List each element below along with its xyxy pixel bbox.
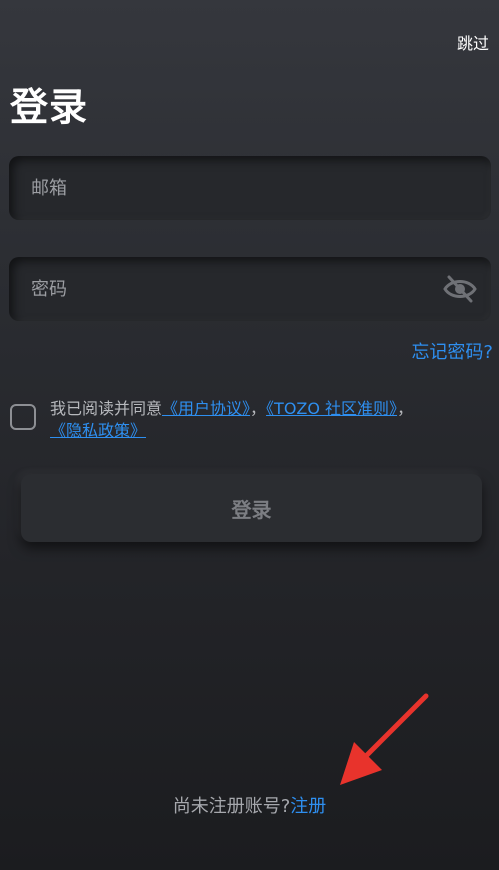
skip-button[interactable]: 跳过 [457, 30, 489, 54]
password-input[interactable] [31, 257, 431, 321]
user-agreement-link[interactable]: 《用户协议》 [162, 399, 250, 418]
agreement-text: 我已阅读并同意《用户协议》，《TOZO 社区准则》，《隐私政策》 [50, 398, 495, 442]
annotation-arrow-icon [340, 693, 429, 785]
no-account-text: 尚未注册账号? [172, 796, 291, 817]
email-input[interactable] [31, 156, 431, 220]
email-field-container [9, 156, 491, 220]
register-link[interactable]: 注册 [290, 796, 326, 817]
login-button[interactable]: 登录 [21, 474, 482, 542]
privacy-policy-link[interactable]: 《隐私政策》 [50, 421, 146, 440]
login-screen: 跳过 登录 忘记密码? 我已阅读并同意《用户协议》，《TOZO 社区准则》，《隐… [0, 0, 499, 870]
community-rules-link[interactable]: 《TOZO 社区准则》 [266, 399, 397, 418]
password-field-container [9, 257, 491, 321]
page-title: 登录 [10, 85, 89, 129]
agreement-separator: ， [397, 399, 414, 418]
agreement-separator: ， [250, 399, 267, 418]
agreement-row: 我已阅读并同意《用户协议》，《TOZO 社区准则》，《隐私政策》 [10, 398, 495, 448]
agreement-checkbox[interactable] [10, 404, 36, 430]
agreement-prefix: 我已阅读并同意 [50, 399, 163, 418]
forgot-password-link[interactable]: 忘记密码? [411, 338, 493, 364]
register-row: 尚未注册账号?注册 [0, 792, 499, 818]
eye-off-icon[interactable] [443, 273, 477, 305]
